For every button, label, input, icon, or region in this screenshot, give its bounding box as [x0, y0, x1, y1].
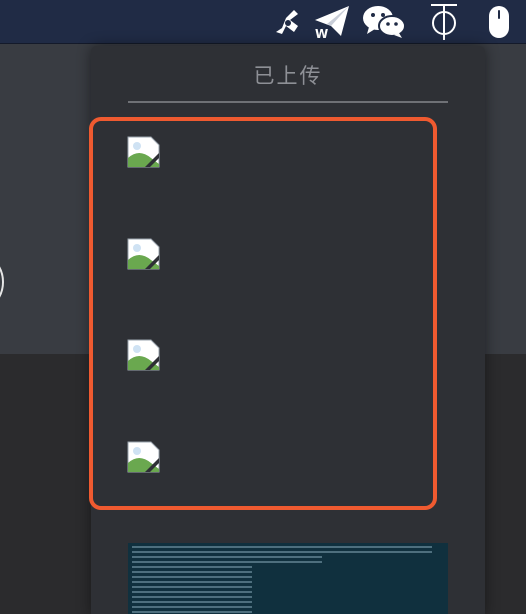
- mouse-icon[interactable]: [486, 4, 512, 40]
- terminal-line: [132, 551, 432, 553]
- terminal-line: [132, 601, 252, 603]
- terminal-line: [132, 571, 252, 573]
- uploaded-item-4-broken-image-icon[interactable]: [127, 441, 161, 473]
- svg-text:W: W: [315, 27, 328, 40]
- desktop: W 已上传: [0, 0, 526, 614]
- wechat-icon[interactable]: [360, 4, 408, 40]
- uploaded-item-2-broken-image-icon[interactable]: [127, 238, 161, 270]
- terminal-line: [132, 586, 252, 588]
- terminal-line: [132, 546, 432, 548]
- terminal-line: [132, 556, 322, 558]
- terminal-line: [132, 591, 252, 593]
- uploaded-item-3-broken-image-icon[interactable]: [127, 339, 161, 371]
- upload-panel: 已上传: [89, 46, 485, 614]
- uploaded-item-1-broken-image-icon[interactable]: [127, 136, 161, 168]
- terminal-screenshot-preview[interactable]: [128, 543, 448, 614]
- terminal-line: [132, 576, 252, 578]
- terminal-line: [132, 566, 252, 568]
- terminal-line: [132, 596, 252, 598]
- terminal-line: [132, 561, 322, 563]
- panel-title: 已上传: [253, 64, 323, 88]
- vpn-fan-icon[interactable]: [270, 4, 306, 40]
- paper-plane-w-icon[interactable]: W: [312, 4, 352, 40]
- title-divider: [128, 101, 448, 103]
- text-cursor-icon[interactable]: [424, 2, 464, 42]
- terminal-line: [132, 581, 252, 583]
- terminal-line: [132, 611, 252, 613]
- terminal-line: [132, 606, 252, 608]
- menu-bar: W: [0, 0, 526, 44]
